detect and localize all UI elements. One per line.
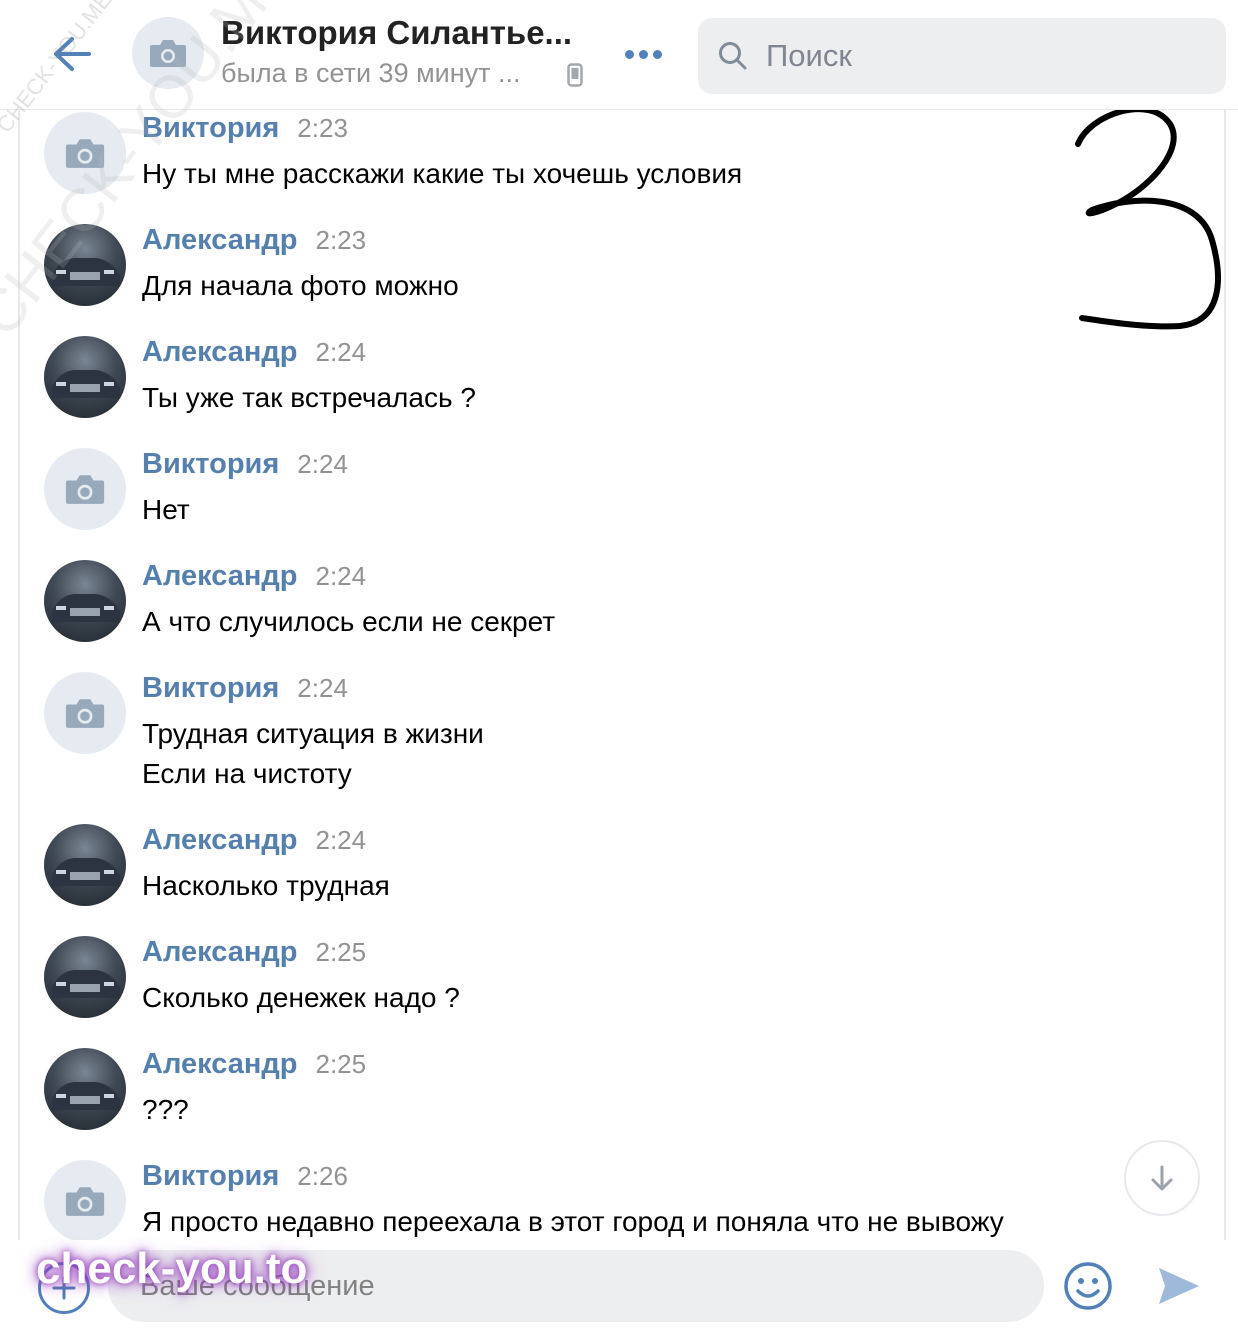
contact-avatar[interactable] bbox=[132, 17, 204, 89]
message-time: 2:24 bbox=[297, 673, 348, 703]
camera-icon bbox=[65, 139, 105, 168]
avatar-aleksandr[interactable] bbox=[44, 1048, 126, 1130]
plus-circle-icon bbox=[52, 1276, 76, 1300]
message-text: Сколько денежек надо ? bbox=[142, 978, 460, 1018]
message-time: 2:25 bbox=[315, 1049, 367, 1079]
message-text: ??? bbox=[142, 1090, 189, 1130]
car-photo-icon bbox=[52, 1082, 120, 1110]
car-photo-icon bbox=[52, 858, 120, 886]
message-line: Сколько денежек надо ? bbox=[142, 982, 460, 1013]
message-meta: Александр 2:25 bbox=[142, 1048, 366, 1081]
contact-status: была в сети 39 минут ... bbox=[221, 58, 521, 88]
message-author[interactable]: Виктория bbox=[142, 1160, 279, 1193]
message-time: 2:26 bbox=[297, 1161, 348, 1191]
smiley-icon[interactable] bbox=[1062, 1260, 1114, 1312]
message-time: 2:24 bbox=[297, 449, 348, 479]
message-author[interactable]: Виктория bbox=[142, 448, 279, 481]
message-line: Нет bbox=[142, 494, 190, 525]
message-text: Насколько трудная bbox=[142, 866, 390, 906]
message-meta: Александр 2:24 bbox=[142, 560, 366, 593]
back-button[interactable] bbox=[48, 30, 96, 78]
camera-icon bbox=[65, 1187, 105, 1216]
message-author[interactable]: Александр bbox=[142, 336, 298, 369]
handwritten-number-3 bbox=[1075, 106, 1221, 330]
message-meta: Александр 2:24 bbox=[142, 824, 366, 857]
message-author[interactable]: Александр bbox=[142, 824, 298, 857]
message-line: Если на чистоту bbox=[142, 758, 352, 789]
message-time: 2:23 bbox=[297, 113, 348, 143]
message-text: Ты уже так встречалась ? bbox=[142, 378, 476, 418]
car-photo-icon bbox=[52, 258, 120, 286]
message-meta: Виктория 2:23 bbox=[142, 112, 348, 145]
message-line: Насколько трудная bbox=[142, 870, 390, 901]
more-button[interactable] bbox=[618, 36, 668, 72]
avatar-aleksandr[interactable] bbox=[44, 560, 126, 642]
avatar-viktoria[interactable] bbox=[44, 1160, 126, 1240]
message-input[interactable] bbox=[108, 1250, 1044, 1322]
car-photo-icon bbox=[52, 370, 120, 398]
message-text: Я просто недавно переехала в этот город … bbox=[142, 1202, 1004, 1240]
message-meta: Виктория 2:26 bbox=[142, 1160, 348, 1193]
car-photo-icon bbox=[52, 594, 120, 622]
scroll-down-button[interactable] bbox=[1124, 1140, 1200, 1216]
avatar-viktoria[interactable] bbox=[44, 448, 126, 530]
avatar-aleksandr[interactable] bbox=[44, 336, 126, 418]
message-author[interactable]: Виктория bbox=[142, 112, 279, 145]
chat-header: Виктория Силантье... была в сети 39 мину… bbox=[0, 0, 1238, 110]
avatar-aleksandr[interactable] bbox=[44, 824, 126, 906]
search-box[interactable] bbox=[698, 18, 1226, 94]
message-line: А что случилось если не секрет bbox=[142, 606, 556, 637]
avatar-aleksandr[interactable] bbox=[44, 224, 126, 306]
message-author[interactable]: Виктория bbox=[142, 672, 279, 705]
message-time: 2:24 bbox=[315, 825, 367, 855]
car-photo-icon bbox=[52, 970, 120, 998]
message-meta: Александр 2:25 bbox=[142, 936, 366, 969]
message-meta: Виктория 2:24 bbox=[142, 448, 348, 481]
message-time: 2:24 bbox=[315, 337, 367, 367]
avatar-viktoria[interactable] bbox=[44, 112, 126, 194]
message-meta: Александр 2:23 bbox=[142, 224, 366, 257]
message-text: Ну ты мне расскажи какие ты хочешь услов… bbox=[142, 154, 742, 194]
message-line: Трудная ситуация в жизни bbox=[142, 718, 484, 749]
message-line: ??? bbox=[142, 1094, 189, 1125]
message-time: 2:24 bbox=[315, 561, 367, 591]
message-line: Я просто недавно переехала в этот город … bbox=[142, 1206, 1004, 1237]
message-line: Для начала фото можно bbox=[142, 270, 459, 301]
camera-icon bbox=[65, 699, 105, 728]
message-author[interactable]: Александр bbox=[142, 1048, 298, 1081]
arrow-down-icon bbox=[1151, 1165, 1173, 1191]
message-line: Ты уже так встречалась ? bbox=[142, 382, 476, 413]
avatar-viktoria[interactable] bbox=[44, 672, 126, 754]
attach-button[interactable] bbox=[38, 1262, 90, 1314]
message-text: А что случилось если не секрет bbox=[142, 602, 555, 642]
camera-icon bbox=[150, 40, 186, 67]
message-meta: Виктория 2:24 bbox=[142, 672, 348, 705]
send-arrow-icon[interactable] bbox=[1155, 1262, 1203, 1310]
message-author[interactable]: Александр bbox=[142, 224, 298, 257]
mobile-phone-icon bbox=[567, 63, 583, 92]
camera-icon bbox=[65, 475, 105, 504]
message-list[interactable]: Виктория 2:23 Ну ты мне расскажи какие т… bbox=[18, 110, 1226, 1240]
message-text: Трудная ситуация в жизни Если на чистоту bbox=[142, 714, 484, 794]
more-dots-icon bbox=[624, 49, 634, 59]
arrow-left-icon bbox=[54, 37, 91, 71]
contact-name[interactable]: Виктория Силантье... bbox=[221, 14, 572, 52]
message-author[interactable]: Александр bbox=[142, 936, 298, 969]
message-composer bbox=[0, 1240, 1238, 1330]
avatar-aleksandr[interactable] bbox=[44, 936, 126, 1018]
message-time: 2:25 bbox=[315, 937, 367, 967]
message-text: Нет bbox=[142, 490, 190, 530]
message-author[interactable]: Александр bbox=[142, 560, 298, 593]
search-icon bbox=[719, 42, 747, 70]
message-meta: Александр 2:24 bbox=[142, 336, 366, 369]
message-text: Для начала фото можно bbox=[142, 266, 459, 306]
search-input[interactable] bbox=[766, 38, 1206, 74]
message-time: 2:23 bbox=[315, 225, 367, 255]
message-line: Ну ты мне расскажи какие ты хочешь услов… bbox=[142, 158, 743, 189]
